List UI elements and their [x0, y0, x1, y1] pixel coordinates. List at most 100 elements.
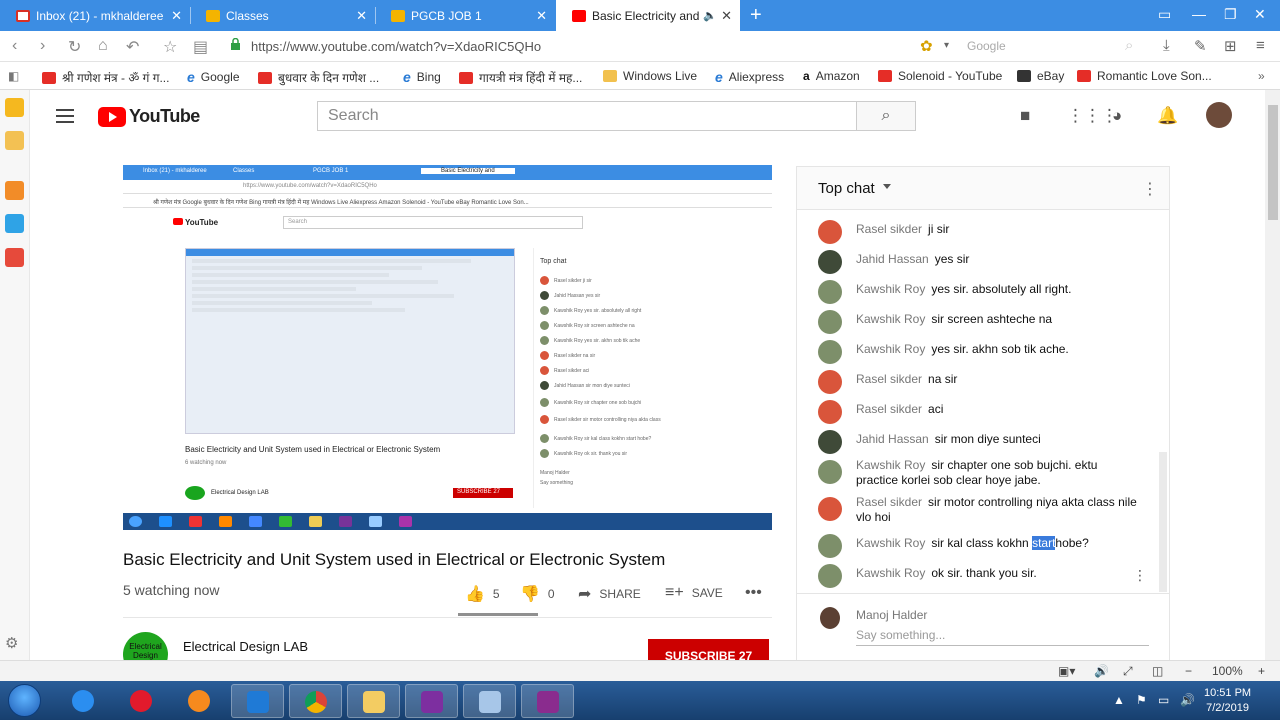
bookmark-item[interactable]: गायत्री मंत्र हिंदी में मह... [459, 69, 582, 86]
chat-message[interactable]: Kawshik Roy yes sir. absolutely all right… [818, 280, 1138, 304]
menu-icon[interactable]: ≡ [1256, 37, 1265, 54]
chevron-down-icon[interactable]: ▾ [944, 40, 949, 51]
close-icon[interactable]: ✕ [171, 8, 182, 24]
tray-expand-icon[interactable]: ▲ [1113, 693, 1125, 707]
apps-grid-icon[interactable]: ⋮⋮⋮ [1067, 106, 1118, 126]
notifications-bell-icon[interactable]: 🔔 [1157, 106, 1178, 126]
chrome-taskbar-button[interactable] [289, 684, 342, 718]
extension-icon[interactable]: ✿ [920, 37, 933, 55]
tab-list-icon[interactable]: ▭ [1158, 6, 1171, 23]
search-icon[interactable]: ⌕ [1125, 37, 1133, 54]
download-icon[interactable]: ⤓ [1163, 37, 1170, 54]
chat-message-input[interactable]: Say something... [856, 628, 1149, 646]
image-toggle-icon[interactable]: ▣▾ [1058, 664, 1075, 678]
undo-icon[interactable]: ↶ [126, 37, 139, 57]
dislike-button[interactable]: 👎 0 [520, 584, 555, 604]
pdf-icon[interactable] [5, 248, 24, 267]
tab-inbox[interactable]: Inbox (21) - mkhalderee ✕ [0, 0, 190, 31]
url-field[interactable]: https://www.youtube.com/watch?v=XdaoRIC5… [251, 39, 541, 54]
favorites-icon[interactable] [5, 98, 24, 117]
messages-icon[interactable]: ◕ [1112, 106, 1122, 126]
close-icon[interactable]: ✕ [721, 8, 732, 24]
share-button[interactable]: ➦ SHARE [578, 584, 641, 604]
chat-message[interactable]: Jahid Hassan sir mon diye sunteci [818, 430, 1138, 454]
message-menu-icon[interactable]: ⋮ [1133, 567, 1147, 584]
volume-icon[interactable]: 🔊 [1094, 664, 1109, 678]
start-button[interactable] [8, 684, 41, 717]
bookmark-item[interactable]: Solenoid - YouTube [878, 69, 1002, 83]
favorite-star-icon[interactable]: ☆ [163, 37, 177, 57]
video-player[interactable]: Inbox (21) - mkhalderee Classes PGCB JOB… [123, 165, 772, 530]
hamburger-menu-icon[interactable] [56, 109, 74, 123]
chat-mode-dropdown[interactable]: Top chat [818, 180, 875, 197]
home-icon[interactable]: ⌂ [98, 37, 108, 55]
volume-icon[interactable]: 🔊 [1180, 693, 1195, 707]
search-button[interactable]: ⌕ [856, 101, 916, 131]
speaker-icon[interactable]: 🔈 [703, 9, 717, 22]
channel-name[interactable]: Electrical Design LAB [183, 639, 308, 654]
chat-message[interactable]: Rasel sikder aci [818, 400, 1138, 424]
system-clock[interactable]: 10:51 PM 7/2/2019 [1204, 686, 1251, 716]
bookmark-item[interactable]: eBay [1017, 69, 1064, 83]
rss-icon[interactable] [5, 181, 24, 200]
more-bookmarks-icon[interactable]: » [1258, 69, 1265, 83]
bookmark-item[interactable]: e Bing [403, 69, 441, 85]
apps-grid-icon[interactable]: ⊞ [1224, 37, 1237, 55]
zoom-in-icon[interactable]: + [1258, 664, 1265, 678]
bookmark-item[interactable]: e Google [187, 69, 240, 85]
close-icon[interactable]: ✕ [356, 8, 367, 24]
bookmark-item[interactable]: Windows Live [603, 69, 697, 83]
tips-icon[interactable] [5, 214, 24, 233]
opera-taskbar-button[interactable] [115, 684, 168, 718]
zoom-out-icon[interactable]: − [1185, 664, 1192, 678]
new-tab-button[interactable]: + [750, 4, 762, 27]
bookmark-item[interactable]: a Amazon [803, 69, 860, 83]
search-engine-input[interactable]: Google [957, 36, 1145, 57]
bookmark-item[interactable]: e Aliexpress [715, 69, 784, 85]
chat-message[interactable]: Kawshik Roy sir kal class kokhn starthobe… [818, 534, 1138, 558]
paint-taskbar-button[interactable] [463, 684, 516, 718]
restore-icon[interactable]: ❐ [1224, 6, 1237, 23]
youtube-logo[interactable]: YouTube [98, 106, 200, 127]
chat-scrollbar[interactable] [1159, 452, 1167, 592]
sidebar-toggle-icon[interactable]: ◧ [8, 69, 19, 83]
create-video-icon[interactable]: ■ [1020, 106, 1030, 126]
more-actions-button[interactable]: ••• [745, 584, 770, 602]
onenote-taskbar-button[interactable] [405, 684, 458, 718]
chat-message[interactable]: Kawshik Roy yes sir. akhn sob tik ache. [818, 340, 1138, 364]
settings-gear-icon[interactable]: ⚙ [5, 634, 24, 653]
chat-message[interactable]: Kawshik Roy ok sir. thank you sir. [818, 564, 1138, 588]
forward-icon[interactable]: › [40, 37, 45, 55]
zoom-level[interactable]: 100% [1212, 664, 1243, 678]
minimize-icon[interactable]: — [1192, 6, 1206, 22]
mouse-gesture-icon[interactable]: ✎ [1194, 37, 1207, 55]
tab-classes[interactable]: Classes ✕ [190, 0, 375, 31]
more-vertical-icon[interactable]: ⋮ [1142, 179, 1158, 199]
bookmark-item[interactable]: बुधवार के दिन गणेश ... [258, 69, 379, 86]
avatar[interactable] [1206, 102, 1232, 128]
reload-icon[interactable]: ↻ [68, 37, 81, 57]
maxthon-taskbar-button[interactable] [231, 684, 284, 718]
bookmark-item[interactable]: श्री गणेश मंत्र - ॐ गं ग... [42, 69, 169, 86]
chevron-down-icon[interactable] [883, 184, 891, 189]
ie-taskbar-button[interactable] [57, 684, 110, 718]
bookmark-item[interactable]: Romantic Love Son... [1077, 69, 1212, 83]
chat-message[interactable]: Rasel sikder na sir [818, 370, 1138, 394]
chat-message[interactable]: Rasel sikder ji sir [818, 220, 1138, 244]
like-button[interactable]: 👍 5 [465, 584, 500, 604]
pdf-taskbar-button[interactable] [521, 684, 574, 718]
split-view-icon[interactable]: ◫ [1152, 664, 1163, 678]
close-window-icon[interactable]: ✕ [1254, 6, 1266, 23]
tab-pgcb-job[interactable]: PGCB JOB 1 ✕ [375, 0, 555, 31]
network-icon[interactable]: ▭ [1158, 693, 1169, 707]
close-icon[interactable]: ✕ [536, 8, 547, 24]
scrollbar-thumb[interactable] [1268, 105, 1278, 220]
reader-icon[interactable]: ▤ [193, 37, 208, 57]
back-icon[interactable]: ‹ [12, 37, 17, 55]
save-button[interactable]: ≡+ SAVE [665, 584, 723, 602]
search-input[interactable]: Search [317, 101, 857, 131]
fullscreen-icon[interactable]: ⤢ [1123, 664, 1133, 679]
tab-youtube-video[interactable]: Basic Electricity and 🔈 ✕ [556, 0, 740, 31]
explorer-taskbar-button[interactable] [347, 684, 400, 718]
firefox-taskbar-button[interactable] [173, 684, 226, 718]
